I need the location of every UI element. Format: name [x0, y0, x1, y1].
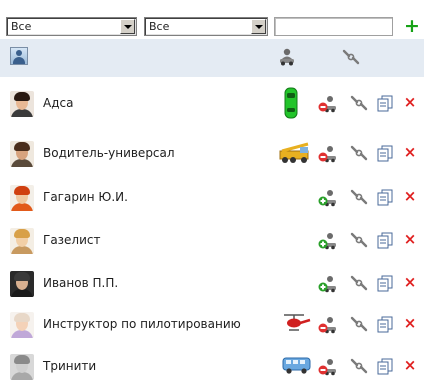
table-row[interactable]: Водитель-универсал ×	[0, 132, 424, 175]
table-row[interactable]: Гагарин Ю.И. ×	[0, 176, 424, 219]
avatar	[10, 312, 34, 338]
row-name: Водитель-универсал	[43, 146, 175, 160]
driver-unassign-icon[interactable]	[318, 145, 338, 163]
add-button[interactable]: +	[404, 17, 420, 36]
filter-select-2[interactable]: Все	[144, 17, 268, 36]
delete-icon[interactable]: ×	[402, 187, 418, 205]
toolbar: Все Все +	[0, 0, 424, 38]
filter-select-2-value: Все	[149, 20, 170, 33]
copy-document-icon[interactable]	[377, 316, 393, 333]
driver-unassign-icon[interactable]	[318, 316, 338, 334]
wrench-icon[interactable]	[350, 275, 368, 291]
row-name: Газелист	[43, 233, 101, 247]
row-name: Адса	[43, 96, 74, 110]
row-name: Инструктор по пилотированию	[43, 317, 241, 331]
copy-document-icon[interactable]	[377, 232, 393, 249]
driver-icon	[280, 48, 294, 66]
driver-unassign-icon[interactable]	[318, 358, 338, 376]
copy-document-icon[interactable]	[377, 145, 393, 162]
row-name: Иванов П.П.	[43, 276, 119, 290]
avatar	[10, 91, 34, 117]
delete-icon[interactable]: ×	[402, 143, 418, 161]
delete-icon[interactable]: ×	[402, 356, 418, 374]
copy-document-icon[interactable]	[377, 95, 393, 112]
driver-assign-icon[interactable]	[318, 189, 338, 207]
copy-document-icon[interactable]	[377, 275, 393, 292]
avatar	[10, 141, 34, 167]
table-header	[0, 39, 424, 77]
bus-icon	[282, 357, 311, 374]
copy-document-icon[interactable]	[377, 358, 393, 375]
driver-unassign-icon[interactable]	[318, 95, 338, 113]
person-icon	[10, 47, 28, 65]
wrench-icon[interactable]	[350, 95, 368, 111]
wrench-icon	[342, 49, 360, 65]
delete-icon[interactable]: ×	[402, 230, 418, 248]
chevron-down-icon[interactable]	[251, 19, 266, 34]
filter-select-1[interactable]: Все	[6, 17, 137, 36]
wrench-icon[interactable]	[350, 358, 368, 374]
avatar	[10, 271, 34, 297]
copy-document-icon[interactable]	[377, 189, 393, 206]
filter-select-1-value: Все	[11, 20, 32, 33]
wrench-icon[interactable]	[350, 232, 368, 248]
avatar	[10, 185, 34, 211]
table-row[interactable]: Газелист ×	[0, 219, 424, 262]
row-name: Тринити	[43, 359, 97, 373]
green-car-icon	[284, 87, 298, 119]
avatar	[10, 228, 34, 254]
table-row[interactable]: Адса ×	[0, 82, 424, 125]
delete-icon[interactable]: ×	[402, 273, 418, 291]
delete-icon[interactable]: ×	[402, 314, 418, 332]
driver-assign-icon[interactable]	[318, 275, 338, 293]
helicopter-icon	[284, 314, 311, 331]
chevron-down-icon[interactable]	[120, 19, 135, 34]
wrench-icon[interactable]	[350, 189, 368, 205]
table-row[interactable]: Инструктор по пилотированию ×	[0, 303, 424, 346]
crane-truck-icon	[279, 142, 309, 163]
search-input[interactable]	[274, 17, 393, 36]
table-row[interactable]: Иванов П.П. ×	[0, 262, 424, 305]
delete-icon[interactable]: ×	[402, 93, 418, 111]
row-name: Гагарин Ю.И.	[43, 190, 128, 204]
wrench-icon[interactable]	[350, 316, 368, 332]
avatar	[10, 354, 34, 380]
driver-assign-icon[interactable]	[318, 232, 338, 250]
wrench-icon[interactable]	[350, 145, 368, 161]
